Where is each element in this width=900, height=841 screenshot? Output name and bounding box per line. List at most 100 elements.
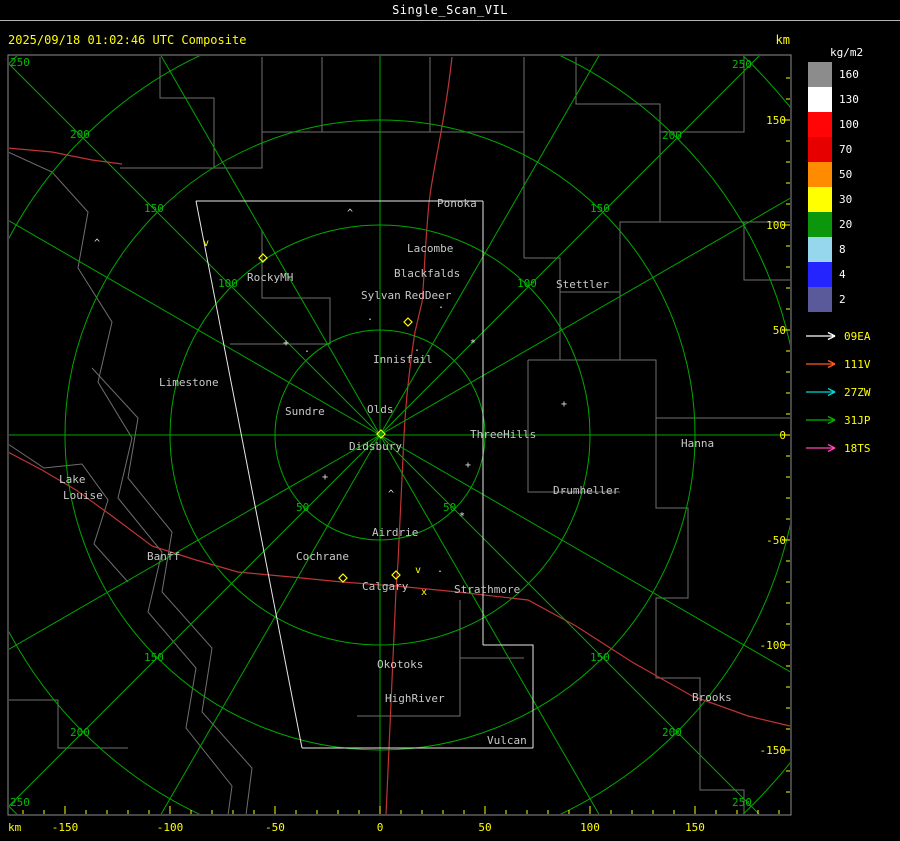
range-ring-label: 50 bbox=[443, 501, 456, 514]
radar-coverage-outline bbox=[483, 644, 534, 748]
site-id-label: 18TS bbox=[844, 441, 871, 455]
station-mark: + bbox=[465, 460, 471, 471]
county-boundary bbox=[575, 57, 745, 133]
range-ring-label: 200 bbox=[70, 726, 90, 739]
vil-level-value: 160 bbox=[839, 68, 859, 81]
city-label: Hanna bbox=[681, 437, 714, 450]
station-mark: ^ bbox=[388, 489, 394, 500]
highway-line bbox=[9, 147, 123, 165]
station-mark: . bbox=[367, 312, 373, 323]
station-mark: . bbox=[437, 564, 443, 575]
right-axis-label: 50 bbox=[773, 324, 786, 337]
site-id-label: 27ZW bbox=[844, 385, 871, 399]
station-mark: + bbox=[561, 399, 567, 410]
range-ring-label: 100 bbox=[218, 277, 238, 290]
right-axis-label: -150 bbox=[760, 744, 787, 757]
vil-level-value: 2 bbox=[839, 293, 846, 306]
station-mark: * bbox=[459, 511, 465, 522]
range-ring-label: 200 bbox=[70, 128, 90, 141]
city-label: Cochrane bbox=[296, 550, 349, 563]
bottom-axis-label: 150 bbox=[685, 821, 705, 834]
city-label: Banff bbox=[147, 550, 180, 563]
radar-site-diamond bbox=[403, 317, 413, 327]
radar-site-diamond bbox=[391, 570, 401, 580]
radar-app-window: Single_Scan_VIL 2025/09/18 01:02:46 UTC … bbox=[0, 0, 900, 841]
range-ring-label: 150 bbox=[590, 651, 610, 664]
vil-level-swatch bbox=[808, 212, 832, 237]
radar-site-row: 09EA bbox=[804, 322, 900, 350]
site-id-label: 31JP bbox=[844, 413, 871, 427]
vil-level-swatch bbox=[808, 287, 832, 312]
radar-site-row: 31JP bbox=[804, 406, 900, 434]
city-label: Sundre bbox=[285, 405, 325, 418]
city-label: Didsbury bbox=[349, 440, 402, 453]
vil-level-swatch bbox=[808, 137, 832, 162]
city-label: ThreeHills bbox=[470, 428, 536, 441]
vil-level-row: 50 bbox=[808, 162, 900, 187]
vil-level-row: 160 bbox=[808, 62, 900, 87]
city-label: Okotoks bbox=[377, 658, 423, 671]
radar-display[interactable]: 250200150100 1001502002505050150200250150… bbox=[0, 0, 900, 841]
range-ring-label: 250 bbox=[732, 58, 752, 71]
bottom-axis-label: 50 bbox=[478, 821, 491, 834]
city-label: RedDeer bbox=[405, 289, 452, 302]
vil-level-value: 50 bbox=[839, 168, 853, 181]
station-mark: ^ bbox=[347, 208, 353, 219]
county-boundary bbox=[9, 699, 128, 749]
city-label: Brooks bbox=[692, 691, 732, 704]
city-label: Innisfail bbox=[373, 353, 433, 366]
bottom-axis-unit: km bbox=[8, 821, 22, 834]
city-label: Airdrie bbox=[372, 526, 418, 539]
radar-site-row: 27ZW bbox=[804, 378, 900, 406]
right-axis-label: 0 bbox=[779, 429, 786, 442]
city-label: RockyMH bbox=[247, 271, 293, 284]
radar-site-glyph: x bbox=[421, 587, 427, 598]
radar-site-row: 18TS bbox=[804, 434, 900, 462]
station-mark: * bbox=[470, 338, 476, 349]
county-boundary bbox=[9, 444, 129, 583]
vil-level-row: 20 bbox=[808, 212, 900, 237]
range-ring-label: 200 bbox=[662, 726, 682, 739]
station-mark: . bbox=[561, 484, 567, 495]
bottom-axis-label: 100 bbox=[580, 821, 600, 834]
vil-level-value: 8 bbox=[839, 243, 846, 256]
city-label: Sylvan bbox=[361, 289, 401, 302]
azimuth-line bbox=[9, 63, 381, 436]
county-boundary bbox=[429, 57, 525, 133]
vil-legend: kg/m2 160 130 100 70 50 30 20 8 4 2 09EA 111V 27ZW 3… bbox=[800, 46, 900, 462]
city-label: Louise bbox=[63, 489, 103, 502]
county-boundary bbox=[620, 359, 790, 419]
azimuth-line bbox=[160, 56, 381, 436]
station-mark: + bbox=[283, 338, 289, 349]
radar-site-glyph: v bbox=[203, 238, 209, 249]
vil-level-value: 4 bbox=[839, 268, 846, 281]
site-arrow-icon bbox=[806, 387, 836, 397]
range-ring-label: 150 bbox=[144, 651, 164, 664]
city-label: Stettler bbox=[556, 278, 609, 291]
vil-level-swatch bbox=[808, 237, 832, 262]
site-id-label: 111V bbox=[844, 357, 871, 371]
county-boundary bbox=[659, 132, 790, 223]
vil-level-row: 2 bbox=[808, 287, 900, 312]
right-axis-label: -100 bbox=[760, 639, 787, 652]
site-arrow-icon bbox=[806, 415, 836, 425]
bottom-axis-label: -150 bbox=[52, 821, 79, 834]
county-boundary bbox=[261, 57, 323, 133]
range-ring-label: 250 bbox=[10, 56, 30, 69]
range-ring-label: 250 bbox=[732, 796, 752, 809]
range-ring-label: 100 bbox=[517, 277, 537, 290]
vil-level-row: 70 bbox=[808, 137, 900, 162]
vil-level-swatch bbox=[808, 112, 832, 137]
range-ring-label: 50 bbox=[296, 501, 309, 514]
vil-level-swatch bbox=[808, 87, 832, 112]
vil-level-value: 70 bbox=[839, 143, 853, 156]
vil-level-swatch bbox=[808, 62, 832, 87]
site-id-label: 09EA bbox=[844, 329, 871, 343]
range-ring-label: 200 bbox=[662, 129, 682, 142]
county-boundary bbox=[9, 151, 233, 814]
legend-unit-label: kg/m2 bbox=[830, 46, 864, 59]
city-label: Lake bbox=[59, 473, 86, 486]
vil-level-value: 30 bbox=[839, 193, 853, 206]
county-boundary bbox=[527, 360, 620, 493]
bottom-axis-label: -100 bbox=[157, 821, 184, 834]
